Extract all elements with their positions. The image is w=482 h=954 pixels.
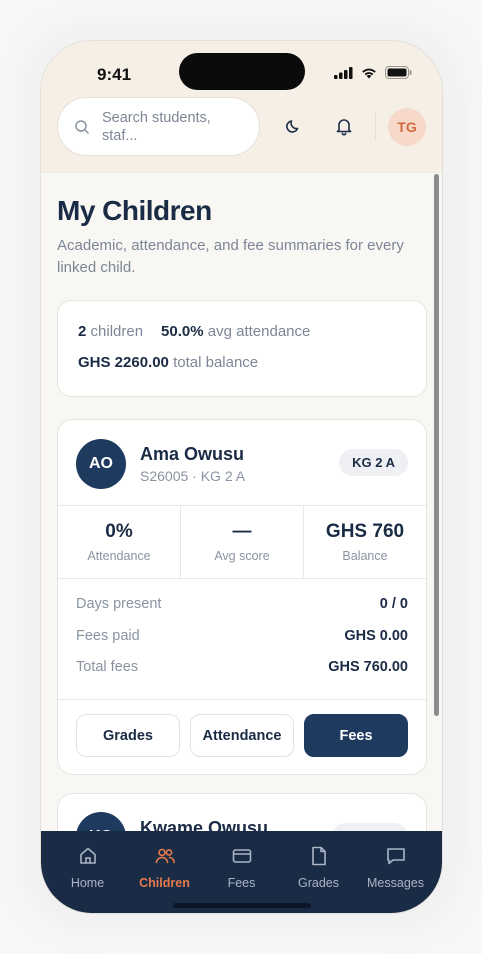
dynamic-island: [179, 53, 305, 90]
stat-avg-score: — Avg score: [181, 506, 304, 578]
stat-value: GHS 760: [325, 521, 405, 542]
wifi-icon: [362, 68, 376, 78]
child-meta: S26005 · KG 2 A: [140, 468, 246, 484]
child-name: Kwame Owusu: [140, 818, 269, 832]
grades-button[interactable]: Grades: [76, 714, 180, 757]
child-avatar: AO: [76, 439, 126, 489]
detail-value: GHS 0.00: [344, 627, 408, 644]
total-balance: GHS 2260.00 total balance: [78, 354, 259, 371]
theme-toggle-button[interactable]: [279, 111, 309, 141]
battery-icon: [385, 66, 412, 79]
stat-balance: GHS 760 Balance: [304, 506, 426, 578]
status-time: 9:41: [97, 65, 132, 84]
avg-attendance: 50.0% avg attendance: [161, 323, 311, 340]
child-card: KO Kwame Owusu: [57, 793, 427, 832]
detail-value: GHS 760.00: [328, 659, 408, 675]
summary-card: 2 children 50.0% avg attendance GHS 2260…: [57, 300, 427, 397]
home-indicator: [173, 903, 311, 908]
child-avatar: KO: [76, 812, 126, 832]
bottom-tab-bar: Home Children Fees Grades Messages: [41, 831, 442, 913]
summary-row-2: GHS 2260.00 total balance: [78, 354, 406, 371]
tab-label: Grades: [298, 876, 339, 890]
detail-value: 0 / 0: [379, 596, 408, 612]
class-badge: KG 2 A: [339, 449, 408, 476]
stat-label: Avg score: [214, 549, 270, 563]
home-icon: [79, 847, 96, 864]
fees-button[interactable]: Fees: [304, 714, 408, 757]
tab-home[interactable]: Home: [49, 831, 126, 913]
detail-label: Fees paid: [76, 627, 140, 644]
search-icon: [75, 119, 89, 134]
bell-icon: [336, 119, 352, 136]
cellular-signal-icon: [334, 66, 353, 79]
children-count: 2 children: [78, 323, 144, 340]
stat-label: Balance: [342, 549, 388, 563]
tab-grades[interactable]: Grades: [280, 831, 357, 913]
tab-label: Home: [70, 876, 105, 890]
child-actions: Grades Attendance Fees: [58, 699, 426, 774]
child-details: Days present 0 / 0 Fees paid GHS 0.00 To…: [76, 596, 408, 691]
document-icon: [311, 846, 326, 866]
detail-label: Total fees: [76, 659, 139, 675]
top-bar: 9:41 Search students, staf... TG: [41, 41, 442, 172]
main-content[interactable]: My Children Academic, attendance, and fe…: [41, 172, 442, 832]
page-title: My Children: [57, 195, 212, 226]
children-icon: [155, 848, 175, 864]
phone-frame: 9:41 Search students, staf... TG My Chil…: [40, 40, 443, 914]
tab-label: Fees: [227, 876, 256, 890]
summary-row-1: 2 children 50.0% avg attendance: [78, 323, 406, 340]
tab-children[interactable]: Children: [126, 831, 203, 913]
detail-row: Total fees GHS 760.00: [76, 659, 408, 691]
stat-value: —: [232, 521, 252, 542]
tab-label: Children: [139, 876, 190, 890]
stat-label: Attendance: [87, 549, 151, 563]
notifications-button[interactable]: [329, 111, 359, 141]
detail-row: Days present 0 / 0: [76, 596, 408, 628]
detail-row: Fees paid GHS 0.00: [76, 628, 408, 660]
header-divider: [375, 111, 376, 141]
child-card: AO Ama Owusu S26005 · KG 2 A KG 2 A 0% A…: [57, 419, 427, 775]
child-name: Ama Owusu: [140, 444, 245, 464]
page-subtitle: Academic, attendance, and fee summaries …: [57, 237, 404, 276]
child-stats: 0% Attendance — Avg score GHS 760 Balanc…: [58, 505, 426, 579]
tab-label: Messages: [367, 876, 424, 890]
scrollbar[interactable]: [434, 174, 439, 716]
user-avatar[interactable]: TG: [388, 108, 426, 146]
card-icon: [232, 849, 251, 863]
detail-label: Days present: [76, 596, 162, 612]
message-icon: [386, 848, 405, 865]
attendance-button[interactable]: Attendance: [190, 714, 294, 757]
stat-value: 0%: [105, 521, 133, 542]
search-placeholder: Search students, staf...: [102, 109, 211, 144]
moon-icon: [286, 120, 299, 133]
tab-fees[interactable]: Fees: [203, 831, 280, 913]
search-input[interactable]: Search students, staf...: [57, 97, 260, 156]
tab-messages[interactable]: Messages: [357, 831, 434, 913]
stat-attendance: 0% Attendance: [58, 506, 181, 578]
status-icons: [334, 66, 412, 79]
